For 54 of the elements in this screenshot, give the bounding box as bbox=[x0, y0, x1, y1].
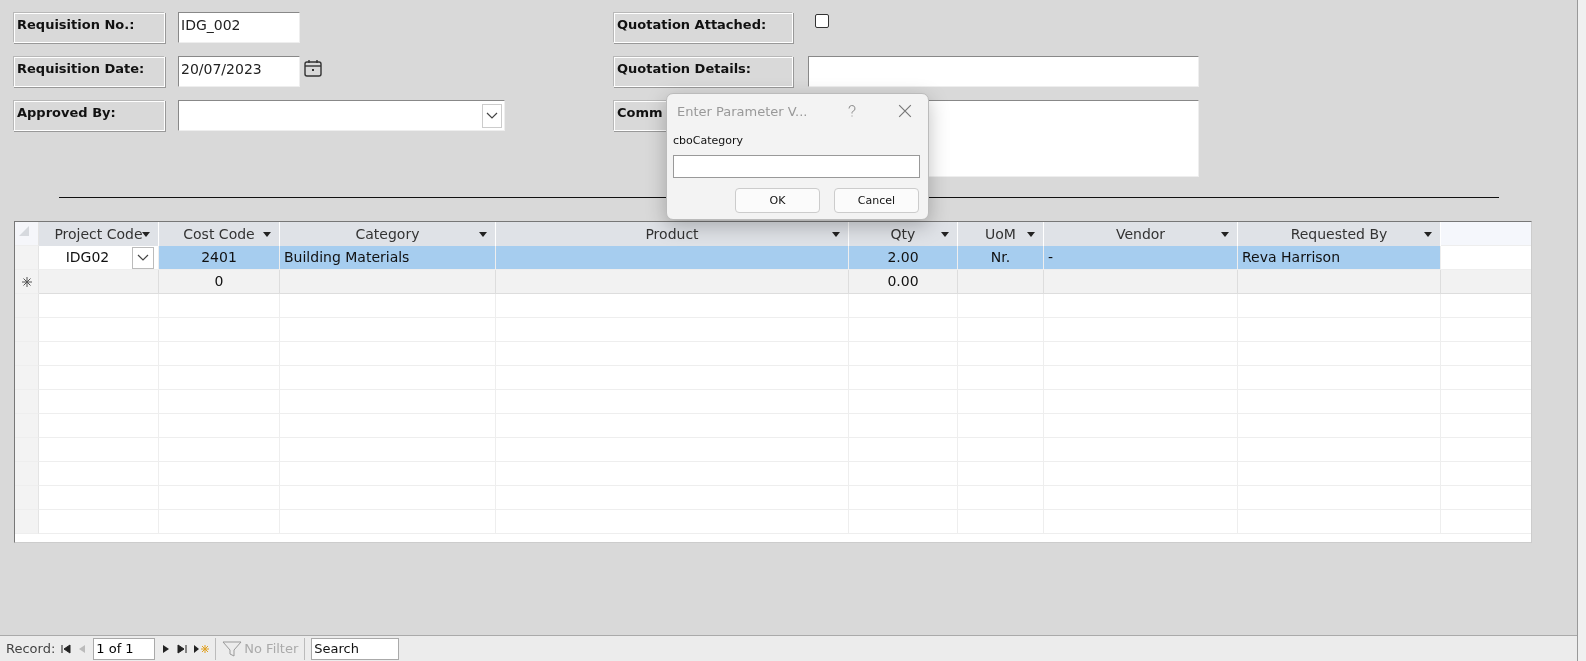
dropdown-arrow-icon bbox=[1027, 232, 1035, 237]
search-field[interactable]: Search bbox=[311, 637, 400, 660]
field-label: Requisition Date: bbox=[13, 56, 165, 87]
dropdown-arrow-icon bbox=[263, 232, 271, 237]
dropdown-arrow-icon bbox=[832, 232, 840, 237]
dropdown-arrow-icon bbox=[941, 232, 949, 237]
column-header[interactable]: Qty bbox=[849, 222, 958, 246]
scrollbar[interactable] bbox=[1577, 0, 1586, 661]
dropdown-arrow-icon bbox=[479, 232, 487, 237]
calendar-icon[interactable] bbox=[303, 58, 323, 78]
dropdown-arrow-icon bbox=[1424, 232, 1432, 237]
table-cell: - bbox=[1044, 246, 1238, 270]
dropdown-button[interactable] bbox=[132, 246, 154, 269]
last-record-icon[interactable] bbox=[177, 643, 188, 654]
date-field[interactable]: 20/07/2023 bbox=[178, 56, 300, 87]
field-label: Quotation Details: bbox=[613, 56, 793, 87]
column-header[interactable]: Cost Code bbox=[159, 222, 280, 246]
column-header[interactable]: Product bbox=[496, 222, 849, 246]
field-label: Requisition No.: bbox=[13, 12, 165, 43]
prompt-label: cboCategory bbox=[672, 133, 744, 147]
dialog-button[interactable]: Cancel bbox=[834, 188, 919, 213]
table-cell: Building Materials bbox=[280, 246, 496, 270]
column-header[interactable]: Requested By bbox=[1238, 222, 1441, 246]
new-record-icon[interactable] bbox=[193, 643, 210, 654]
table-cell: Nr. bbox=[958, 246, 1044, 270]
chevron-down-icon bbox=[486, 112, 498, 120]
dialog-button[interactable]: OK bbox=[735, 188, 820, 213]
record-position-field[interactable]: 1 of 1 bbox=[93, 637, 156, 660]
close-icon[interactable] bbox=[898, 104, 912, 118]
dropdown-arrow-icon bbox=[1221, 232, 1229, 237]
dropdown-arrow-icon bbox=[142, 232, 150, 237]
help-icon[interactable] bbox=[848, 105, 856, 117]
row-selector[interactable] bbox=[15, 270, 39, 294]
combo-box[interactable] bbox=[178, 100, 505, 131]
record-label: Record: bbox=[6, 641, 56, 656]
table-cell: 0 bbox=[159, 270, 280, 294]
input-field[interactable] bbox=[808, 56, 1199, 87]
field-label: Quotation Attached: bbox=[613, 12, 793, 43]
column-header[interactable]: Category bbox=[280, 222, 496, 246]
table-cell: 2401 bbox=[159, 246, 280, 270]
checkbox[interactable] bbox=[815, 14, 829, 28]
field-label: Approved By: bbox=[13, 100, 165, 131]
column-header[interactable]: UoM bbox=[958, 222, 1044, 246]
first-record-icon[interactable] bbox=[61, 643, 72, 654]
table-cell[interactable]: IDG02 bbox=[43, 246, 132, 269]
column-header[interactable]: Vendor bbox=[1044, 222, 1238, 246]
table-cell: 2.00 bbox=[849, 246, 958, 270]
column-header[interactable]: Project Code bbox=[39, 222, 159, 246]
input-field[interactable]: IDG_002 bbox=[178, 12, 300, 43]
chevron-down-icon bbox=[137, 253, 149, 262]
input-field[interactable] bbox=[673, 155, 920, 178]
table-cell: 0.00 bbox=[849, 270, 958, 294]
funnel-icon bbox=[222, 640, 243, 657]
table-cell: Reva Harrison bbox=[1238, 246, 1441, 270]
